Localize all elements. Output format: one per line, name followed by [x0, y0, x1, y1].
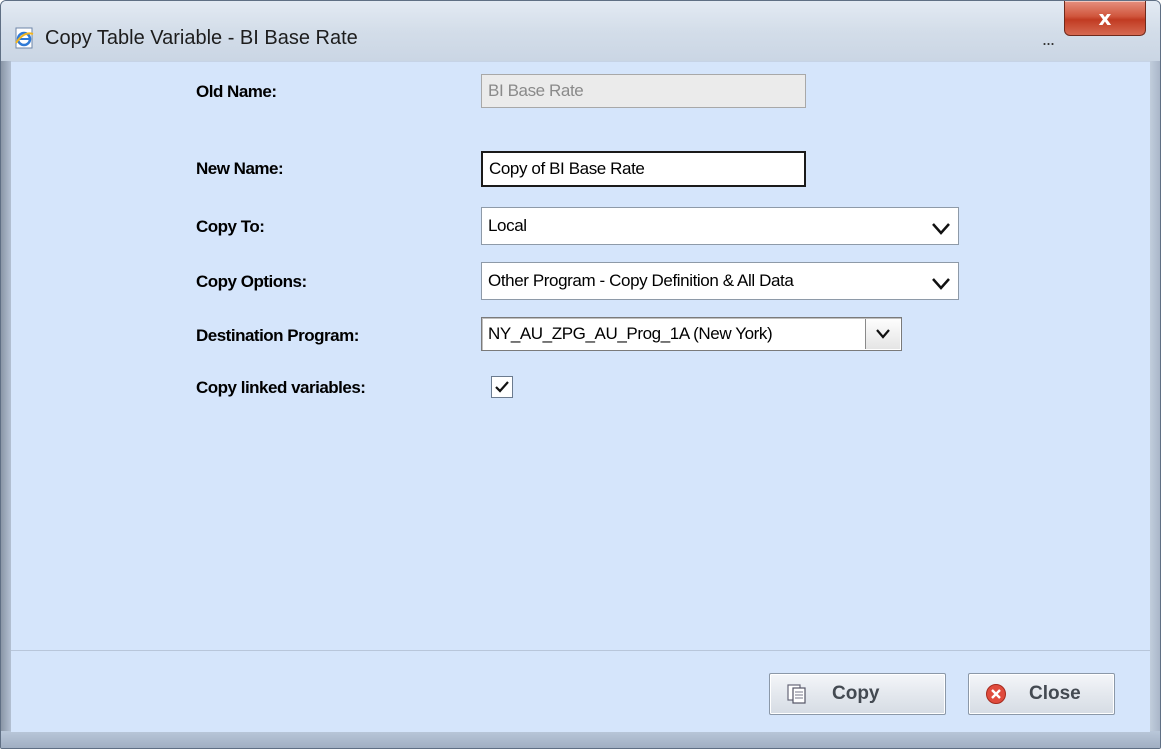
destination-program-row: Destination Program: NY_AU_ZPG_AU_Prog_1… [11, 317, 1150, 353]
copy-to-row: Copy To: Local [11, 207, 1150, 245]
copy-button[interactable]: Copy [769, 673, 946, 715]
close-button[interactable]: Close [968, 673, 1115, 715]
chevron-down-icon [932, 220, 950, 235]
old-name-field: BI Base Rate [481, 74, 806, 108]
right-frame [1149, 61, 1160, 748]
destination-program-label: Destination Program: [196, 326, 359, 345]
new-name-input[interactable]: Copy of BI Base Rate [481, 151, 806, 187]
old-name-row: Old Name: BI Base Rate [11, 72, 1150, 108]
bottom-frame [1, 731, 1160, 748]
copy-pages-icon [786, 683, 808, 705]
copy-linked-row: Copy linked variables: [11, 373, 1150, 403]
window-title: Copy Table Variable - BI Base Rate [45, 27, 358, 49]
red-x-circle-icon [985, 683, 1007, 705]
dialog-content: Old Name: BI Base Rate New Name: Copy of… [11, 61, 1150, 732]
copy-linked-checkbox[interactable] [491, 376, 513, 398]
destination-program-value: NY_AU_ZPG_AU_Prog_1A (New York) [488, 324, 773, 343]
chevron-down-icon [932, 275, 950, 290]
copy-options-row: Copy Options: Other Program - Copy Defin… [11, 262, 1150, 300]
new-name-row: New Name: Copy of BI Base Rate [11, 151, 1150, 187]
copy-options-select[interactable]: Other Program - Copy Definition & All Da… [481, 262, 959, 300]
copy-linked-label: Copy linked variables: [196, 378, 366, 397]
copy-options-value: Other Program - Copy Definition & All Da… [488, 271, 794, 290]
close-icon: x [1098, 6, 1112, 30]
left-frame [1, 61, 11, 748]
dropdown-button[interactable] [865, 319, 900, 349]
close-button-label: Close [1029, 683, 1081, 704]
checkmark-icon [495, 381, 509, 393]
copy-to-select[interactable]: Local [481, 207, 959, 245]
old-name-label: Old Name: [196, 82, 277, 101]
copy-button-label: Copy [832, 683, 880, 704]
ie-page-icon [13, 27, 35, 49]
title-bar[interactable]: Copy Table Variable - BI Base Rate ... x [1, 1, 1160, 70]
copy-to-label: Copy To: [196, 217, 265, 236]
copy-options-label: Copy Options: [196, 272, 307, 291]
new-name-label: New Name: [196, 159, 284, 178]
chevron-down-icon [876, 329, 890, 339]
footer-divider [11, 650, 1150, 651]
destination-program-select[interactable]: NY_AU_ZPG_AU_Prog_1A (New York) [481, 317, 902, 351]
window-close-button[interactable]: x [1064, 1, 1146, 36]
copy-to-value: Local [488, 216, 527, 235]
dialog-window: Copy Table Variable - BI Base Rate ... x… [0, 0, 1161, 749]
title-ellipsis: ... [1042, 29, 1055, 49]
